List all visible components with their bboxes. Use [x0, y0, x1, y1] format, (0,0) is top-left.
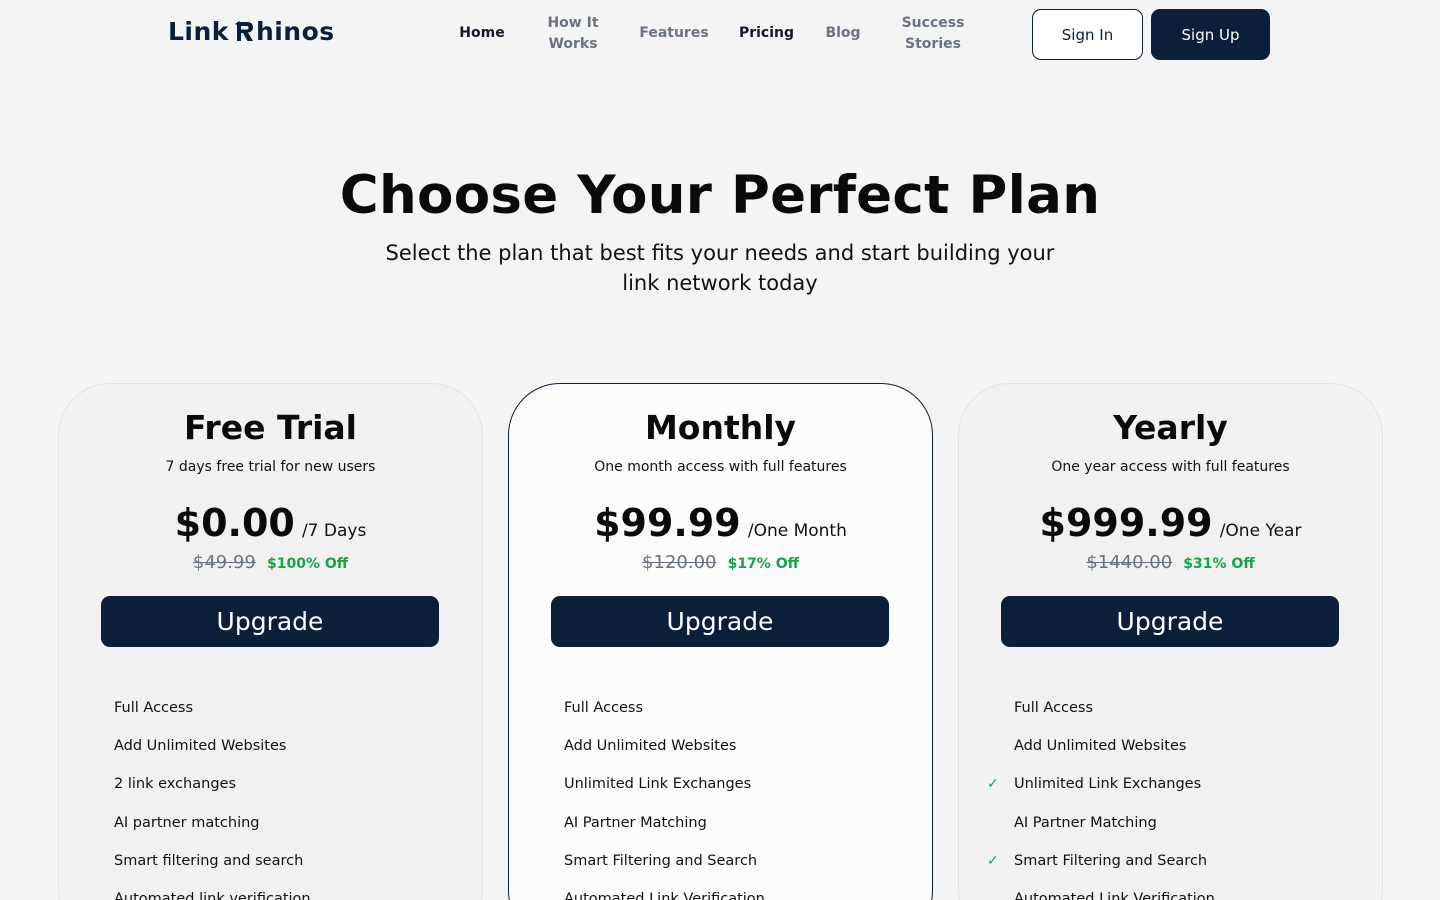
original-price: $1440.00	[1086, 552, 1173, 573]
feature-item: Automated Link Verification	[537, 880, 765, 900]
sign-in-button[interactable]: Sign In	[1032, 9, 1143, 60]
plan-name: Yearly	[1113, 408, 1228, 447]
feature-label: Full Access	[1014, 700, 1094, 717]
check-icon: ✓	[987, 776, 999, 793]
feature-label: Smart Filtering and Search	[564, 852, 758, 869]
plan-name: Free Trial	[183, 408, 357, 447]
feature-list: Full Access Add Unlimited Websites ✓ Unli…	[987, 689, 1215, 900]
nav-success-stories[interactable]: Success Stories	[893, 13, 973, 55]
feature-label: Smart Filtering and Search	[1014, 852, 1208, 869]
plan-price: $999.99	[1039, 501, 1213, 545]
plan-period: /One Month	[747, 521, 847, 541]
feature-item: Full Access	[537, 689, 765, 727]
feature-label: Automated Link Verification	[564, 891, 765, 900]
nav-blog[interactable]: Blog	[820, 23, 866, 44]
feature-label: Add Unlimited Websites	[114, 738, 287, 755]
feature-label: Smart filtering and search	[114, 852, 304, 869]
feature-label: AI partner matching	[114, 814, 260, 831]
nav-how-it-works[interactable]: How It Works	[538, 13, 608, 55]
feature-item: Unlimited Link Exchanges	[537, 765, 765, 803]
price-row: $0.00 /7 Days	[59, 501, 482, 545]
feature-label: Full Access	[564, 700, 644, 717]
feature-item: Full Access	[87, 689, 311, 727]
feature-label: Automated Link Verification	[1014, 891, 1215, 900]
plan-description: One year access with full features	[1051, 459, 1290, 475]
feature-label: Add Unlimited Websites	[1014, 738, 1187, 755]
brand-name-part1: Link	[168, 17, 229, 46]
feature-label: 2 link exchanges	[114, 776, 236, 793]
check-icon: ✓	[987, 852, 999, 869]
rhino-r-icon	[234, 20, 253, 41]
original-price: $120.00	[642, 552, 717, 573]
brand-name-part2: hinos	[255, 17, 335, 46]
plan-period: /7 Days	[301, 521, 367, 541]
upgrade-button[interactable]: Upgrade	[1001, 596, 1339, 647]
brand-logo[interactable]: Link hinos	[168, 17, 335, 46]
original-price: $49.99	[192, 552, 256, 573]
feature-label: Full Access	[114, 700, 194, 717]
page-subtitle: Select the plan that best fits your need…	[385, 241, 1055, 295]
feature-item: AI Partner Matching	[987, 804, 1215, 842]
feature-item: AI partner matching	[87, 804, 311, 842]
feature-item: ✓ Unlimited Link Exchanges	[987, 765, 1215, 803]
feature-label: Add Unlimited Websites	[564, 738, 737, 755]
feature-label: AI Partner Matching	[564, 814, 707, 831]
feature-item: Full Access	[987, 689, 1215, 727]
feature-item: Smart Filtering and Search	[537, 842, 765, 880]
feature-item: ✓ Smart Filtering and Search	[987, 842, 1215, 880]
plan-price: $0.00	[174, 501, 295, 545]
top-header: Link hinos Home How It Works Features Pr…	[0, 0, 1440, 68]
feature-item: 2 link exchanges	[87, 765, 311, 803]
nav-features[interactable]: Features	[635, 23, 713, 44]
old-price-row: $1440.00 $31% Off	[959, 552, 1382, 573]
old-price-row: $120.00 $17% Off	[509, 552, 932, 573]
feature-item: Smart filtering and search	[87, 842, 311, 880]
sign-up-button[interactable]: Sign Up	[1151, 9, 1270, 60]
plan-period: /One Year	[1219, 521, 1302, 541]
page-title: Choose Your Perfect Plan	[339, 165, 1101, 226]
discount-badge: $31% Off	[1183, 556, 1255, 572]
nav-home[interactable]: Home	[452, 23, 512, 44]
feature-item: Automated Link Verification	[987, 880, 1215, 900]
old-price-row: $49.99 $100% Off	[59, 552, 482, 573]
plan-description: One month access with full features	[594, 459, 847, 475]
feature-item: AI Partner Matching	[537, 804, 765, 842]
price-row: $999.99 /One Year	[959, 501, 1382, 545]
upgrade-button[interactable]: Upgrade	[551, 596, 889, 647]
plan-card-monthly: Monthly One month access with full featu…	[508, 383, 933, 900]
feature-list: Full Access Add Unlimited Websites Unlim…	[537, 689, 765, 900]
discount-badge: $100% Off	[266, 556, 349, 572]
plan-price: $99.99	[594, 501, 741, 545]
feature-label: AI Partner Matching	[1014, 814, 1157, 831]
feature-item: Add Unlimited Websites	[537, 727, 765, 765]
feature-item: Add Unlimited Websites	[87, 727, 311, 765]
feature-label: Unlimited Link Exchanges	[564, 776, 752, 793]
upgrade-button[interactable]: Upgrade	[101, 596, 439, 647]
feature-list: Full Access Add Unlimited Websites 2 lin…	[87, 689, 311, 900]
feature-label: Unlimited Link Exchanges	[1014, 776, 1202, 793]
nav-pricing[interactable]: Pricing	[733, 23, 800, 44]
plan-name: Monthly	[644, 408, 797, 447]
plan-card-yearly: Yearly One year access with full feature…	[958, 383, 1383, 900]
feature-item: Automated link verification	[87, 880, 311, 900]
discount-badge: $17% Off	[727, 556, 799, 572]
price-row: $99.99 /One Month	[509, 501, 932, 545]
feature-item: Add Unlimited Websites	[987, 727, 1215, 765]
plan-description: 7 days free trial for new users	[165, 459, 376, 475]
plan-card-free-trial: Free Trial 7 days free trial for new use…	[58, 383, 483, 900]
feature-label: Automated link verification	[114, 891, 311, 900]
